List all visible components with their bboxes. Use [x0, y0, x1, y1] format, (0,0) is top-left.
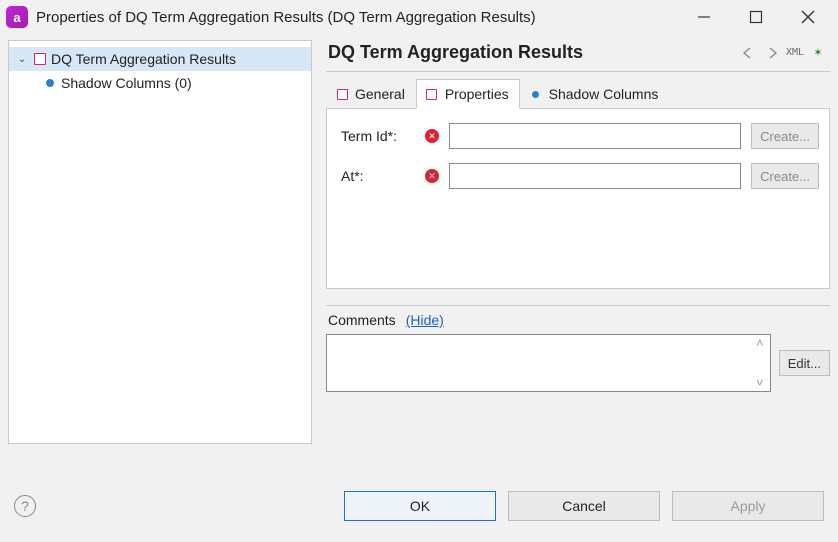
- arrow-left-icon: [741, 47, 755, 59]
- step-icon: [33, 52, 47, 66]
- nav-forward-button[interactable]: [762, 43, 782, 63]
- close-button[interactable]: [782, 0, 834, 34]
- tree-panel: ⌄ DQ Term Aggregation Results Shadow Col…: [8, 40, 312, 444]
- close-icon: [801, 10, 815, 24]
- chevron-up-icon: ˄: [752, 337, 768, 349]
- arrow-right-icon: [765, 47, 779, 59]
- xml-button[interactable]: XML: [786, 43, 804, 63]
- divider: [326, 305, 830, 306]
- comments-scrollbar[interactable]: ˄ ˅: [752, 337, 768, 389]
- tabs: General Properties Shadow Columns: [326, 78, 830, 109]
- dialog-footer: ? OK Cancel Apply: [0, 470, 838, 542]
- tree-item-shadow-columns[interactable]: Shadow Columns (0): [9, 71, 311, 95]
- maximize-icon: [749, 10, 763, 24]
- tab-label: Shadow Columns: [549, 86, 659, 102]
- refresh-button[interactable]: ✶: [808, 43, 828, 63]
- field-label: Term Id*:: [341, 128, 415, 144]
- minimize-icon: [697, 10, 711, 24]
- tree-item-label: DQ Term Aggregation Results: [51, 51, 236, 67]
- tab-label: General: [355, 86, 405, 102]
- comments-textarea[interactable]: ˄ ˅: [326, 334, 771, 392]
- step-icon: [425, 87, 439, 101]
- minimize-button[interactable]: [678, 0, 730, 34]
- divider: [326, 71, 830, 72]
- at-input[interactable]: [449, 163, 741, 189]
- app-icon: a: [6, 6, 28, 28]
- apply-button[interactable]: Apply: [672, 491, 824, 521]
- help-button[interactable]: ?: [14, 495, 36, 517]
- tree-item-root[interactable]: ⌄ DQ Term Aggregation Results: [9, 47, 311, 71]
- app-icon-letter: a: [13, 10, 20, 25]
- window-title: Properties of DQ Term Aggregation Result…: [36, 9, 536, 26]
- comments-section: Comments (Hide) ˄ ˅ Edit...: [326, 305, 830, 392]
- term-id-input[interactable]: [449, 123, 741, 149]
- comments-hide-link[interactable]: (Hide): [406, 312, 444, 328]
- term-id-create-button[interactable]: Create...: [751, 123, 819, 149]
- nav-back-button[interactable]: [738, 43, 758, 63]
- properties-panel: DQ Term Aggregation Results XML ✶ Genera…: [326, 40, 830, 444]
- dot-icon: [43, 76, 57, 90]
- at-create-button[interactable]: Create...: [751, 163, 819, 189]
- tab-properties[interactable]: Properties: [416, 79, 520, 109]
- field-label: At*:: [341, 168, 415, 184]
- chevron-down-icon[interactable]: ⌄: [15, 54, 29, 65]
- page-title: DQ Term Aggregation Results: [328, 42, 583, 63]
- tree-item-label: Shadow Columns (0): [61, 75, 192, 91]
- dot-icon: [529, 87, 543, 101]
- error-icon: [425, 129, 439, 143]
- tab-body-properties: Term Id*: Create... At*: Create...: [326, 109, 830, 289]
- titlebar: a Properties of DQ Term Aggregation Resu…: [0, 0, 838, 34]
- field-row-term-id: Term Id*: Create...: [341, 123, 819, 149]
- tab-shadow-columns[interactable]: Shadow Columns: [520, 79, 670, 109]
- maximize-button[interactable]: [730, 0, 782, 34]
- comments-label: Comments: [328, 312, 396, 328]
- ok-button[interactable]: OK: [344, 491, 496, 521]
- tab-general[interactable]: General: [326, 79, 416, 109]
- tab-label: Properties: [445, 86, 509, 102]
- error-icon: [425, 169, 439, 183]
- step-icon: [335, 87, 349, 101]
- cancel-button[interactable]: Cancel: [508, 491, 660, 521]
- comments-edit-button[interactable]: Edit...: [779, 350, 830, 376]
- field-row-at: At*: Create...: [341, 163, 819, 189]
- chevron-down-icon: ˅: [752, 377, 768, 389]
